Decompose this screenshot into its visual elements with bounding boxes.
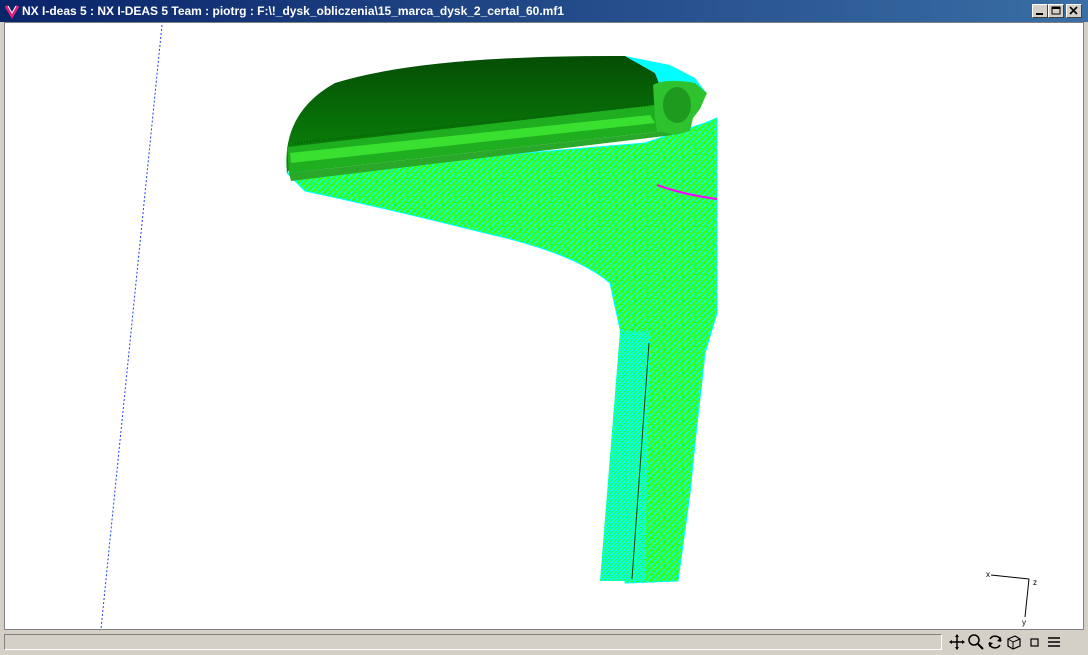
disk-mesh-body — [285, 117, 718, 584]
zoom-icon[interactable] — [967, 633, 985, 651]
triad-y-label: y — [1022, 618, 1026, 627]
pan-icon[interactable] — [948, 633, 966, 651]
view-orient-icon[interactable] — [1005, 633, 1023, 651]
status-message-field — [4, 634, 942, 650]
window-title: NX I-deas 5 : NX I-DEAS 5 Team : piotrg … — [22, 4, 564, 18]
app-logo-icon — [4, 3, 20, 19]
close-button[interactable] — [1066, 4, 1082, 18]
status-bar — [4, 632, 1084, 653]
window-titlebar[interactable]: NX I-deas 5 : NX I-DEAS 5 Team : piotrg … — [0, 0, 1088, 22]
maximize-button[interactable] — [1048, 4, 1064, 18]
graphics-viewport[interactable]: x z y — [4, 22, 1084, 630]
stem-mesh-strip — [600, 331, 650, 581]
triad-x-label: x — [986, 570, 990, 579]
triad-z-label: z — [1033, 578, 1037, 587]
rotate-icon[interactable] — [986, 633, 1004, 651]
menu-icon[interactable] — [1045, 633, 1063, 651]
axis-centerline — [100, 24, 163, 629]
minimize-button[interactable] — [1032, 4, 1048, 18]
fit-icon[interactable] — [1026, 633, 1044, 651]
coordinate-triad: x z y — [986, 570, 1037, 627]
hub-knob-face — [663, 87, 691, 123]
